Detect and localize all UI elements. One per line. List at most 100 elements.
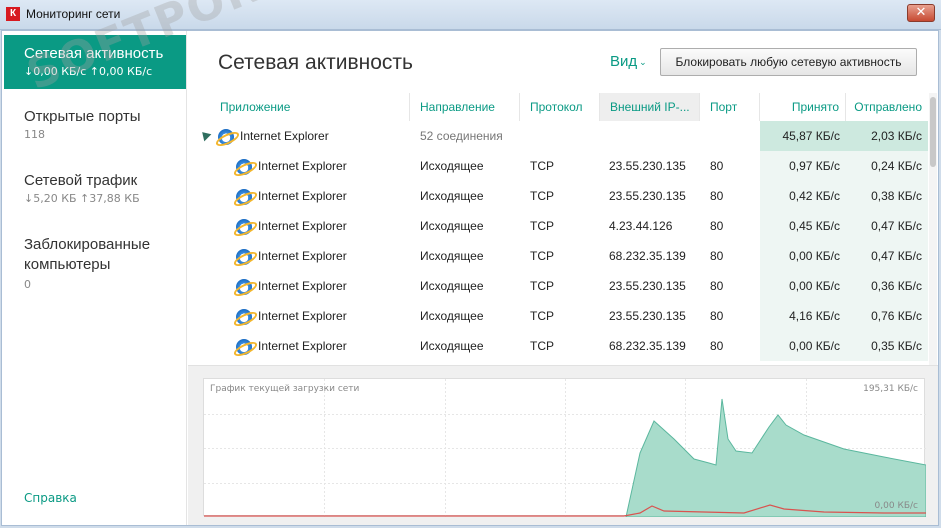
app-name: Internet Explorer [258, 249, 347, 263]
direction: Исходящее [420, 249, 484, 263]
sidebar-item-stats: 118 [24, 128, 45, 141]
direction: Исходящее [420, 339, 484, 353]
sidebar-item-stats: ↓5,20 КБ ↑37,88 КБ [24, 192, 140, 205]
sidebar-item-label: Сетевой трафик [24, 172, 138, 189]
sidebar-item-network-activity[interactable]: Сетевая активность ↓0,00 КБ/с ↑0,00 КБ/с [4, 35, 186, 89]
received-rate: 45,87 КБ/с [760, 121, 846, 151]
app-name: Internet Explorer [258, 219, 347, 233]
direction: Исходящее [420, 309, 484, 323]
column-header-external-ip[interactable]: Внешний IP-... [600, 93, 700, 121]
view-menu-label: Вид [610, 53, 638, 70]
table-row[interactable]: Internet Explorer Исходящее TCP 23.55.230.1… [188, 301, 928, 331]
sidebar-item-stats: 0 [24, 278, 31, 291]
protocol: TCP [530, 189, 554, 203]
received-rate: 0,97 КБ/с [760, 151, 846, 181]
table-row[interactable]: Internet Explorer Исходящее TCP 68.232.35.1… [188, 331, 928, 361]
protocol: TCP [530, 279, 554, 293]
port: 80 [710, 339, 724, 353]
app-name: Internet Explorer [258, 339, 347, 353]
column-header-protocol[interactable]: Протокол [520, 93, 600, 121]
protocol: TCP [530, 249, 554, 263]
sidebar-item-network-traffic[interactable]: Сетевой трафик ↓5,20 КБ ↑37,88 КБ [2, 172, 187, 205]
column-header-port[interactable]: Порт [700, 93, 760, 121]
sent-rate: 0,47 КБ/с [846, 241, 928, 271]
received-rate: 0,45 КБ/с [760, 211, 846, 241]
close-button[interactable]: ✕ [907, 4, 935, 22]
kaspersky-logo-icon: К [6, 7, 20, 21]
internet-explorer-icon [236, 218, 252, 235]
chart-title: График текущей загрузки сети [210, 384, 360, 394]
network-load-chart: График текущей загрузки сети 195,31 КБ/с… [203, 378, 926, 517]
sidebar-item-stats: ↓0,00 КБ/с ↑0,00 КБ/с [24, 65, 153, 78]
direction: Исходящее [420, 189, 484, 203]
table-row[interactable]: Internet Explorer Исходящее TCP 4.23.44.126… [188, 211, 928, 241]
port: 80 [710, 249, 724, 263]
direction: Исходящее [420, 279, 484, 293]
internet-explorer-icon [236, 308, 252, 325]
received-rate: 0,00 КБ/с [760, 331, 846, 361]
sidebar-item-label: Заблокированные компьютеры [24, 236, 151, 273]
port: 80 [710, 219, 724, 233]
block-all-network-activity-button[interactable]: Блокировать любую сетевую активность [660, 48, 917, 76]
sent-rate: 0,24 КБ/с [846, 151, 928, 181]
sent-rate: 0,36 КБ/с [846, 271, 928, 301]
chart-min-label: 0,00 КБ/с [874, 501, 918, 511]
external-ip: 4.23.44.126 [609, 219, 673, 233]
sent-rate: 0,38 КБ/с [846, 181, 928, 211]
internet-explorer-icon [236, 338, 252, 355]
column-header-received[interactable]: Принято [760, 93, 846, 121]
sent-rate: 0,47 КБ/с [846, 211, 928, 241]
page-title: Сетевая активность [218, 51, 413, 74]
sidebar-item-label: Открытые порты [24, 108, 141, 125]
received-rate: 4,16 КБ/с [760, 301, 846, 331]
column-header-direction[interactable]: Направление [410, 93, 520, 121]
app-name: Internet Explorer [258, 309, 347, 323]
internet-explorer-icon [236, 158, 252, 175]
protocol: TCP [530, 309, 554, 323]
column-header-sent[interactable]: Отправлено [846, 93, 928, 121]
chevron-down-icon: ⌄ [639, 56, 647, 67]
connections-table: Приложение Направление Протокол Внешний … [188, 93, 928, 365]
port: 80 [710, 189, 724, 203]
main-panel: Сетевая активность Вид ⌄ Блокировать любу… [188, 31, 938, 525]
received-rate: 0,00 КБ/с [760, 271, 846, 301]
sidebar-item-open-ports[interactable]: Открытые порты 118 [2, 108, 187, 141]
sent-rate: 0,76 КБ/с [846, 301, 928, 331]
protocol: TCP [530, 339, 554, 353]
received-rate: 0,42 КБ/с [760, 181, 846, 211]
table-row[interactable]: Internet Explorer Исходящее TCP 23.55.230.1… [188, 271, 928, 301]
external-ip: 23.55.230.135 [609, 189, 686, 203]
window-title: Мониторинг сети [26, 7, 121, 21]
table-row[interactable]: Internet Explorer Исходящее TCP 23.55.230.1… [188, 181, 928, 211]
external-ip: 68.232.35.139 [609, 339, 686, 353]
connections-count: 52 соединения [420, 129, 503, 143]
table-row[interactable]: Internet Explorer Исходящее TCP 68.232.35.1… [188, 241, 928, 271]
internet-explorer-icon [218, 128, 234, 145]
app-name: Internet Explorer [258, 159, 347, 173]
sidebar-item-blocked-computers[interactable]: Заблокированные компьютеры 0 [2, 235, 187, 291]
app-name: Internet Explorer [258, 189, 347, 203]
chart-max-label: 195,31 КБ/с [863, 384, 918, 394]
column-header-application[interactable]: Приложение [210, 93, 410, 121]
external-ip: 23.55.230.135 [609, 309, 686, 323]
expand-collapse-icon[interactable] [198, 128, 212, 142]
internet-explorer-icon [236, 248, 252, 265]
app-name: Internet Explorer [240, 129, 329, 143]
table-row-group[interactable]: Internet Explorer 52 соединения 45,87 КБ… [188, 121, 928, 151]
port: 80 [710, 309, 724, 323]
view-menu-button[interactable]: Вид ⌄ [610, 53, 647, 70]
sent-rate: 2,03 КБ/с [846, 121, 928, 151]
scrollbar-thumb[interactable] [930, 97, 936, 167]
help-link[interactable]: Справка [24, 491, 77, 505]
table-row[interactable]: Internet Explorer Исходящее TCP 23.55.230.1… [188, 151, 928, 181]
app-name: Internet Explorer [258, 279, 347, 293]
direction: Исходящее [420, 219, 484, 233]
title-bar: К Мониторинг сети ✕ [0, 0, 941, 30]
chart-panel: График текущей загрузки сети 195,31 КБ/с… [188, 365, 938, 525]
received-rate: 0,00 КБ/с [760, 241, 846, 271]
external-ip: 23.55.230.135 [609, 279, 686, 293]
protocol: TCP [530, 159, 554, 173]
internet-explorer-icon [236, 278, 252, 295]
external-ip: 68.232.35.139 [609, 249, 686, 263]
table-scrollbar[interactable] [929, 93, 937, 365]
